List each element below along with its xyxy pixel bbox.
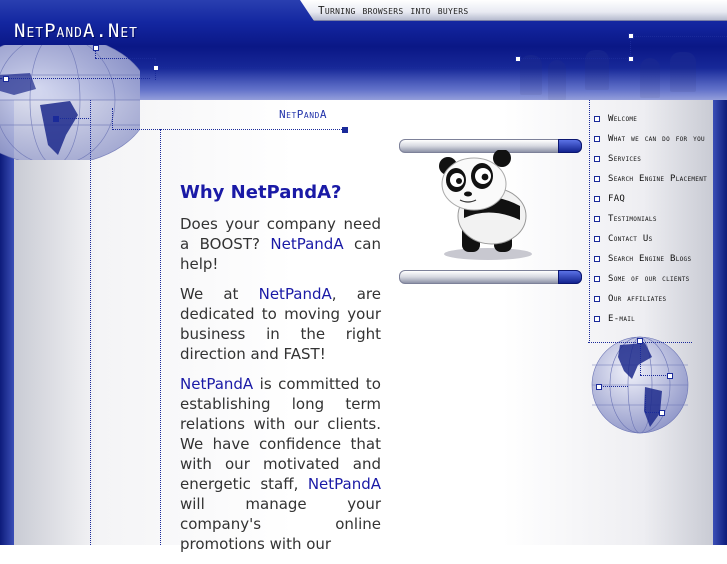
bullet-icon — [594, 255, 600, 262]
connector-node — [628, 33, 634, 39]
brand-mention: NetPandA — [307, 475, 381, 493]
brand-mention: NetPandA — [258, 285, 332, 303]
bullet-icon — [594, 235, 600, 242]
connector-node — [93, 45, 99, 51]
page-heading: Why NetPandA? — [180, 182, 342, 203]
connector-node — [3, 76, 9, 82]
brand-mention: NetPandA — [270, 235, 344, 253]
nav-item-faq[interactable]: FAQ — [594, 194, 625, 208]
connector-node — [53, 116, 59, 122]
bullet-icon — [594, 315, 600, 322]
bullet-icon — [594, 155, 600, 162]
globe-icon — [0, 45, 140, 160]
main-content: Why NetPandA? Does your company need a B… — [180, 183, 381, 564]
nav-item-email[interactable]: E-mail — [594, 314, 635, 328]
bullet-icon — [594, 195, 600, 202]
nav-item-clients[interactable]: Some of our clients — [594, 274, 690, 288]
section-title: NetPandA — [279, 108, 327, 121]
paragraph: Does your company need a BOOST? NetPandA… — [180, 215, 382, 273]
bullet-icon — [594, 215, 600, 222]
connector-node — [659, 410, 665, 416]
nav-item-search-engine-blogs[interactable]: Search Engine Blogs — [594, 254, 691, 268]
main-nav: Welcome What we can do for you Services … — [590, 100, 710, 343]
nav-item-welcome[interactable]: Welcome — [594, 114, 637, 128]
connector-node — [515, 56, 521, 62]
connector-node — [596, 384, 602, 390]
connector-node — [342, 127, 348, 133]
nav-item-what-we-do[interactable]: What we can do for you — [594, 134, 705, 148]
right-frame — [713, 100, 727, 545]
bullet-icon — [594, 115, 600, 122]
paragraph: We at NetPandA, are dedicated to moving … — [180, 285, 381, 363]
bullet-icon — [594, 275, 600, 282]
connector-node — [153, 65, 159, 71]
connector-node — [667, 373, 673, 379]
connector-node — [628, 56, 634, 62]
left-frame — [0, 100, 14, 545]
nav-item-affiliates[interactable]: Our affiliates — [594, 294, 666, 308]
site-logo-text[interactable]: NetPandA.Net — [14, 20, 138, 42]
brand-mention: NetPandA — [180, 375, 254, 393]
nav-item-services[interactable]: Services — [594, 154, 641, 168]
bullet-icon — [594, 175, 600, 182]
nav-item-testimonials[interactable]: Testimonials — [594, 214, 657, 228]
tagline: Turning browsers into buyers — [318, 4, 469, 17]
bullet-icon — [594, 295, 600, 302]
nav-item-search-engine-placement[interactable]: Search Engine Placement — [594, 174, 707, 188]
nav-item-contact-us[interactable]: Contact Us — [594, 234, 653, 248]
bullet-icon — [594, 135, 600, 142]
decorative-bar — [399, 270, 582, 284]
panda-mascot-icon — [439, 150, 532, 260]
paragraph: NetPandA is committed to establishing lo… — [180, 375, 381, 553]
